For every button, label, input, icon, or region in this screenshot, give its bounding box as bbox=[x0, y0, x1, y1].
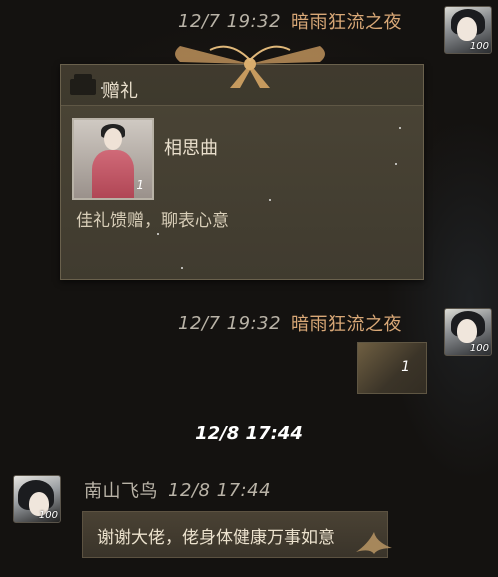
gift-box-icon bbox=[70, 74, 96, 95]
message-timestamp: 12/7 19:32 bbox=[178, 312, 282, 334]
sparkle bbox=[269, 199, 271, 201]
avatar-face bbox=[457, 319, 477, 343]
item-bubble[interactable]: 1 bbox=[357, 342, 427, 394]
item-figure-robe bbox=[92, 150, 134, 198]
item-quantity: 1 bbox=[401, 359, 410, 375]
item-figure-head bbox=[104, 128, 122, 150]
message-header: 南山飞鸟 12/8 17:44 bbox=[84, 477, 271, 503]
sparkle bbox=[399, 127, 401, 129]
gift-item-thumbnail[interactable]: 1 bbox=[72, 118, 154, 200]
reply-message-text: 谢谢大佬，佬身体健康万事如意 bbox=[97, 528, 335, 548]
sparkle bbox=[181, 267, 183, 269]
item-quantity: 1 bbox=[136, 178, 144, 192]
sender-name[interactable]: 暗雨狂流之夜 bbox=[291, 310, 402, 336]
message-header: 12/7 19:32 暗雨狂流之夜 bbox=[178, 8, 402, 34]
sparkle bbox=[395, 163, 397, 165]
reply-avatar[interactable]: 100 bbox=[13, 475, 61, 523]
sender-avatar[interactable]: 100 bbox=[444, 308, 492, 356]
avatar-face bbox=[457, 17, 477, 41]
avatar-level: 100 bbox=[469, 343, 489, 354]
message-timestamp: 12/8 17:44 bbox=[168, 479, 272, 501]
sender-name[interactable]: 暗雨狂流之夜 bbox=[291, 8, 402, 34]
gift-message: 佳礼馈赠，聊表心意 bbox=[76, 211, 229, 231]
date-separator: 12/8 17:44 bbox=[195, 423, 303, 444]
reply-message-bubble[interactable]: 谢谢大佬，佬身体健康万事如意 bbox=[82, 511, 388, 558]
message-timestamp: 12/7 19:32 bbox=[178, 10, 282, 32]
ribbon-bow-icon bbox=[175, 45, 325, 88]
avatar-level: 100 bbox=[469, 41, 489, 52]
avatar-level: 100 bbox=[38, 510, 58, 521]
gift-item-name: 相思曲 bbox=[164, 138, 218, 159]
flourish-decoration-icon bbox=[356, 532, 392, 554]
message-header: 12/7 19:32 暗雨狂流之夜 bbox=[178, 310, 402, 336]
sender-avatar[interactable]: 100 bbox=[444, 6, 492, 54]
sender-name[interactable]: 南山飞鸟 bbox=[84, 477, 158, 503]
gift-card-title: 赠礼 bbox=[102, 81, 138, 102]
sparkle bbox=[157, 233, 159, 235]
